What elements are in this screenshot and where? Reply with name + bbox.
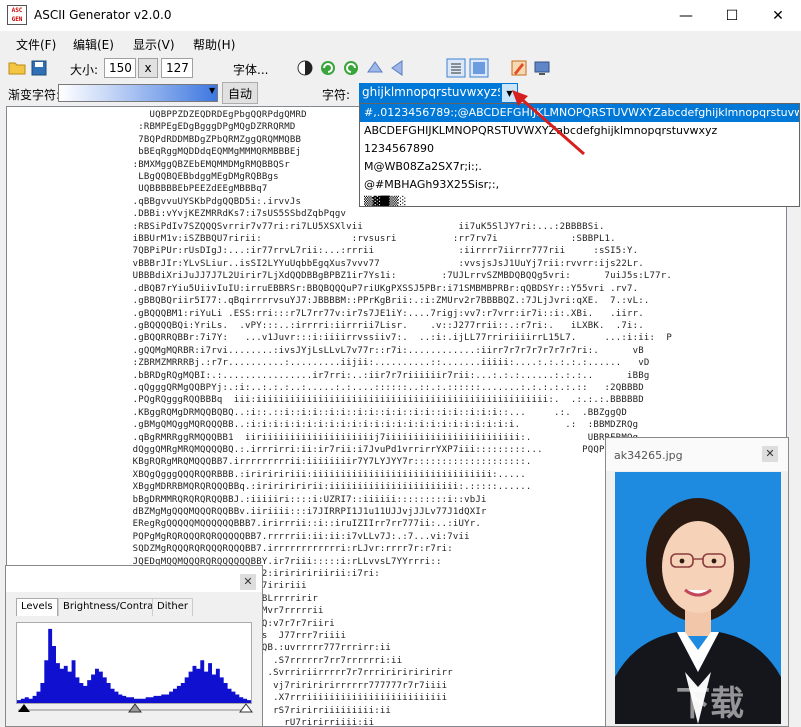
save-icon[interactable]	[30, 59, 48, 77]
text-view-icon[interactable]	[446, 58, 466, 78]
font-button[interactable]: 字体...	[233, 61, 268, 78]
close-button[interactable]: ✕	[755, 0, 801, 31]
close-icon: ✕	[772, 7, 784, 24]
maximize-icon: ☐	[725, 7, 739, 24]
white-point-handle	[239, 703, 253, 713]
lock-ratio-button[interactable]: x	[138, 58, 158, 78]
tab-dither[interactable]: Dither	[152, 598, 194, 616]
close-icon: ✕	[765, 447, 775, 460]
gradient-chars-label: 渐变字符:	[8, 88, 61, 102]
close-icon: ✕	[243, 575, 253, 588]
levels-title-bar	[6, 566, 262, 592]
menu-view[interactable]: 显示(V)	[133, 36, 175, 53]
levels-slider[interactable]	[16, 702, 254, 716]
menu-edit[interactable]: 编辑(E)	[73, 36, 114, 53]
tab-brightness-contrast[interactable]: Brightness/Contrast	[58, 598, 168, 616]
app-logo-icon: ASC GEN	[7, 5, 27, 25]
tab-levels[interactable]: Levels	[16, 598, 58, 616]
size-label: 大小:	[70, 63, 99, 77]
rotate-left-icon[interactable]	[319, 59, 337, 77]
histogram-area	[17, 628, 251, 703]
rotate-right-icon[interactable]	[342, 59, 360, 77]
preview-icon[interactable]	[533, 59, 551, 77]
open-folder-icon[interactable]	[8, 59, 26, 77]
gradient-chars-combo[interactable]	[58, 84, 218, 102]
chars-label: 字符:	[322, 88, 351, 102]
minimize-button[interactable]: —	[663, 0, 709, 31]
chars-input[interactable]: ghijklmnopqrstuvwxyz$	[359, 83, 501, 103]
watermark-text: 下载	[676, 684, 744, 724]
menu-bar	[0, 31, 801, 55]
levels-close-button[interactable]: ✕	[240, 574, 256, 590]
levels-histogram	[16, 622, 252, 704]
flip-vertical-icon[interactable]	[366, 59, 384, 77]
minimize-icon: —	[679, 7, 693, 24]
menu-help[interactable]: 帮助(H)	[193, 36, 235, 53]
annotation-arrow	[512, 90, 585, 156]
dropdown-option[interactable]: ▒▓█▒░	[360, 194, 799, 206]
image-view-icon[interactable]	[469, 58, 489, 78]
maximize-button[interactable]: ☐	[709, 0, 755, 31]
levels-window: ✕ Levels Brightness/Contrast Dither	[5, 565, 263, 727]
image-file-name: ak34265.jpg	[614, 449, 683, 462]
black-point-handle	[18, 704, 30, 712]
image-preview-close-button[interactable]: ✕	[762, 446, 778, 462]
width-field[interactable]: 150	[104, 58, 136, 78]
gray-point-handle	[128, 703, 142, 713]
height-field[interactable]: 127	[161, 58, 193, 78]
dropdown-option[interactable]: @#MBHAGh93X25Sisr;:,	[360, 176, 799, 194]
auto-button[interactable]: 自动	[222, 82, 258, 104]
colour-icon[interactable]	[510, 59, 528, 77]
invert-icon[interactable]	[296, 59, 314, 77]
dropdown-option[interactable]: M@WB08Za2SX7r;i:;.	[360, 158, 799, 176]
gradient-dropdown-icon[interactable]: ▼	[209, 86, 215, 95]
menu-file[interactable]: 文件(F)	[16, 36, 56, 53]
window-title: ASCII Generator v2.0.0	[34, 8, 172, 22]
flip-horizontal-icon[interactable]	[389, 59, 407, 77]
